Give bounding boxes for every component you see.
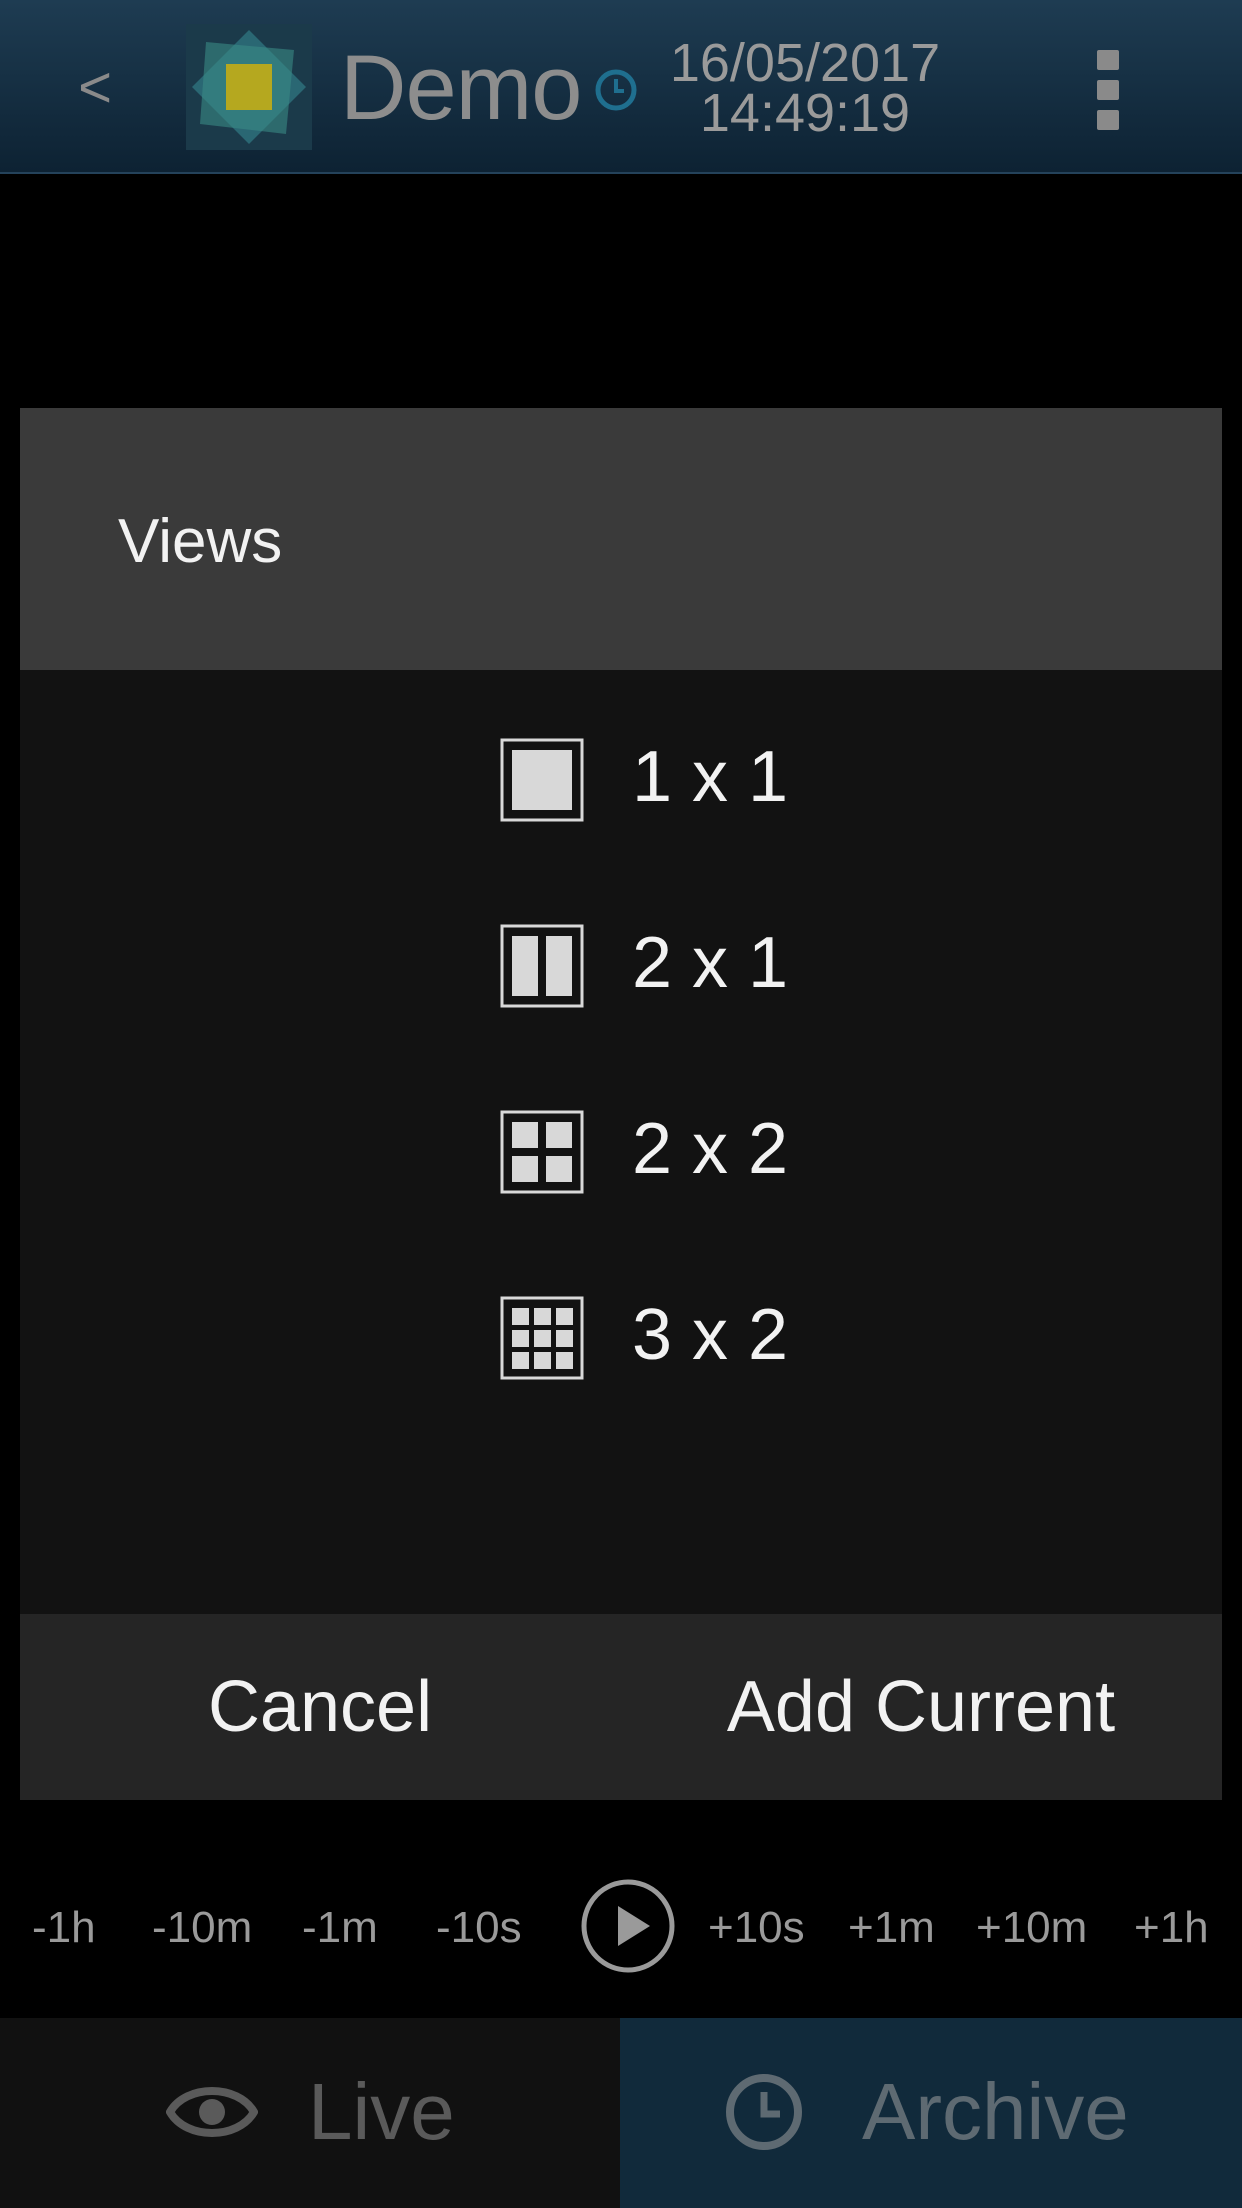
step-forward-1m[interactable]: +1m	[848, 1898, 935, 1958]
view-item-2x1[interactable]: 2 x 1	[478, 900, 898, 1020]
clock-icon	[722, 2070, 806, 2154]
tab-label: Archive	[862, 2067, 1129, 2156]
view-label: 1 x 1	[632, 737, 789, 817]
step-back-10s[interactable]: -10s	[436, 1898, 522, 1958]
tab-label: Live	[308, 2067, 455, 2156]
dialog-header: Views	[20, 408, 1222, 670]
view-label: 2 x 2	[632, 1109, 789, 1189]
cancel-button[interactable]: Cancel	[20, 1614, 620, 1800]
tab-live[interactable]: Live	[0, 2018, 620, 2208]
archive-time: 14:49:19	[699, 83, 911, 143]
clock-icon	[594, 68, 638, 112]
step-forward-10m[interactable]: +10m	[976, 1898, 1087, 1958]
archive-datetime: 16/05/2017 14:49:19	[650, 33, 960, 143]
view-item-2x2[interactable]: 2 x 2	[478, 1086, 898, 1206]
dialog-footer: Cancel Add Current	[20, 1614, 1222, 1800]
layout-2x1-icon	[500, 924, 584, 1008]
step-back-1h[interactable]: -1h	[32, 1898, 96, 1958]
add-current-button[interactable]: Add Current	[620, 1614, 1222, 1800]
archive-date: 16/05/2017	[669, 33, 941, 93]
step-back-1m[interactable]: -1m	[302, 1898, 378, 1958]
dialog-title: Views	[118, 507, 283, 576]
back-button[interactable]: <	[55, 48, 135, 128]
app-title: Demo	[340, 37, 582, 139]
views-dialog: Views 1 x 1 2 x 1 2 x 2 3 x 2 Cancel Add…	[20, 408, 1222, 1800]
app-logo	[186, 24, 312, 150]
view-item-3x2[interactable]: 3 x 2	[478, 1272, 898, 1392]
step-forward-10s[interactable]: +10s	[708, 1898, 805, 1958]
kebab-menu-icon[interactable]	[1088, 50, 1128, 134]
layout-3x2-icon	[500, 1296, 584, 1380]
chevron-left-icon: <	[78, 55, 112, 120]
step-forward-1h[interactable]: +1h	[1134, 1898, 1209, 1958]
bottom-tab-bar: Live Archive	[0, 2018, 1242, 2208]
layout-1x1-icon	[500, 738, 584, 822]
tab-archive[interactable]: Archive	[620, 2018, 1242, 2208]
screen: < Demo 16/05/2017 14:49:19 Views 1 x 1 2…	[0, 0, 1242, 2208]
view-label: 2 x 1	[632, 923, 789, 1003]
timeline-controls: -1h -10m -1m -10s +10s +1m +10m +1h	[0, 1878, 1242, 1978]
kebab-dot	[1097, 50, 1119, 70]
eye-icon	[166, 2070, 258, 2154]
top-app-bar: < Demo 16/05/2017 14:49:19	[0, 0, 1242, 174]
step-back-10m[interactable]: -10m	[152, 1898, 252, 1958]
play-icon[interactable]	[580, 1878, 676, 1974]
view-item-1x1[interactable]: 1 x 1	[478, 714, 898, 834]
layout-2x2-icon	[500, 1110, 584, 1194]
kebab-dot	[1097, 110, 1119, 130]
kebab-dot	[1097, 80, 1119, 100]
view-label: 3 x 2	[632, 1295, 789, 1375]
